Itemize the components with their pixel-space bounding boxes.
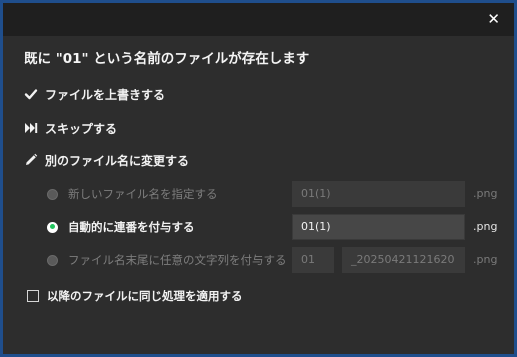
new-name-extension: .png bbox=[473, 187, 498, 200]
radio-circle-selected[interactable] bbox=[47, 221, 58, 233]
skip-label: スキップする bbox=[45, 121, 118, 136]
skip-button[interactable]: スキップする bbox=[24, 119, 117, 137]
radio-append-suffix[interactable]: ファイル名末尾に任意の文字列を付与する bbox=[47, 247, 287, 273]
new-name-field[interactable]: 01(1) bbox=[292, 181, 465, 207]
radio-circle[interactable] bbox=[47, 188, 58, 200]
file-exists-dialog: ✕ 既に "01" という名前のファイルが存在します ファイルを上書きする スキ… bbox=[0, 0, 517, 357]
radio-specify-new-name[interactable]: 新しいファイル名を指定する bbox=[47, 181, 218, 207]
rename-label: 別のファイル名に変更する bbox=[45, 153, 190, 168]
suffix-base-field[interactable]: 01 bbox=[292, 247, 334, 273]
rename-button[interactable]: 別のファイル名に変更する bbox=[24, 151, 189, 169]
radio-label: 新しいファイル名を指定する bbox=[68, 187, 218, 201]
skip-forward-icon bbox=[24, 122, 38, 134]
close-icon[interactable]: ✕ bbox=[487, 11, 500, 27]
suffix-extension: .png bbox=[473, 253, 498, 266]
apply-all-checkbox[interactable] bbox=[27, 290, 39, 302]
check-icon bbox=[24, 87, 38, 101]
dialog-heading: 既に "01" という名前のファイルが存在します bbox=[24, 51, 310, 67]
apply-all-label: 以降のファイルに同じ処理を適用する bbox=[47, 289, 243, 303]
auto-sequence-field[interactable]: 01(1) bbox=[292, 214, 465, 240]
radio-auto-sequence[interactable]: 自動的に連番を付与する bbox=[47, 214, 195, 240]
suffix-string-field[interactable]: _20250421121620 bbox=[342, 247, 465, 273]
pencil-icon bbox=[24, 153, 38, 167]
radio-label: ファイル名末尾に任意の文字列を付与する bbox=[68, 253, 287, 267]
radio-label: 自動的に連番を付与する bbox=[68, 220, 195, 234]
apply-all-checkbox-row[interactable]: 以降のファイルに同じ処理を適用する bbox=[27, 287, 243, 305]
overwrite-button[interactable]: ファイルを上書きする bbox=[24, 85, 165, 103]
dialog-titlebar: ✕ bbox=[3, 3, 514, 36]
radio-circle[interactable] bbox=[47, 254, 58, 266]
overwrite-label: ファイルを上書きする bbox=[45, 87, 166, 102]
auto-sequence-extension: .png bbox=[473, 220, 498, 233]
